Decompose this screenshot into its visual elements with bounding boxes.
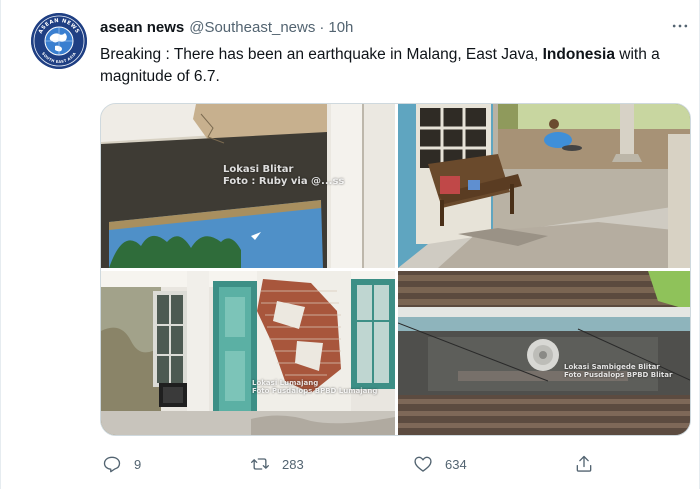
more-options-button[interactable] [668, 14, 692, 38]
photo4-watermark-line2: Foto Pusdalops BPBD Blitar [564, 371, 673, 380]
tweet-header: asean news @Southeast_news · 10h [100, 17, 353, 37]
handle[interactable]: @Southeast_news [189, 19, 315, 36]
retweet-button[interactable]: 283 [250, 451, 304, 477]
display-name[interactable]: asean news [100, 19, 184, 36]
photo-damaged-wall-painting[interactable]: Lokasi Blitar Foto : Ruby via @...ss [101, 104, 395, 268]
photo-cracked-brick-wall[interactable]: Lokasi Lumajang Foto Pusdalops BPBD Luma… [101, 271, 395, 435]
avatar[interactable]: ASEAN NEWS SOUTH EAST ASIA [31, 13, 87, 69]
like-count: 634 [445, 456, 467, 472]
media-grid: Lokasi Blitar Foto : Ruby via @...ss Lok… [100, 103, 691, 436]
retweet-icon [251, 458, 269, 470]
more-dots-icon [672, 24, 688, 28]
tweet-text-country: Indonesia [542, 46, 615, 63]
globe-logo-icon: ASEAN NEWS SOUTH EAST ASIA [31, 13, 87, 69]
separator-dot: · [319, 18, 325, 36]
photo-collapsed-roof[interactable]: Lokasi Sambigede Blitar Foto Pusdalops B… [398, 271, 690, 435]
photo-veranda-debris[interactable] [398, 104, 690, 268]
photo1-watermark-line1: Lokasi Blitar [223, 164, 294, 175]
reply-count: 9 [134, 456, 142, 472]
tweet-card[interactable]: ASEAN NEWS SOUTH EAST ASIA asean news @S… [0, 0, 700, 489]
action-bar: 9 283 634 [100, 451, 600, 477]
retweet-count: 283 [282, 456, 304, 472]
timestamp[interactable]: 10h [328, 19, 353, 36]
like-icon [414, 456, 432, 472]
reply-button[interactable]: 9 [102, 451, 141, 477]
share-icon [576, 455, 592, 472]
photo3-watermark-line2: Foto Pusdalops BPBD Lumajang [252, 387, 378, 396]
tweet-text: Breaking : There has been an earthquake … [100, 44, 680, 88]
like-button[interactable]: 634 [413, 451, 467, 477]
share-button[interactable] [574, 451, 594, 477]
photo1-watermark-line2: Foto : Ruby via @...ss [223, 176, 345, 187]
tweet-text-part1: Breaking : There has been an earthquake … [100, 46, 543, 63]
reply-icon [103, 456, 121, 473]
